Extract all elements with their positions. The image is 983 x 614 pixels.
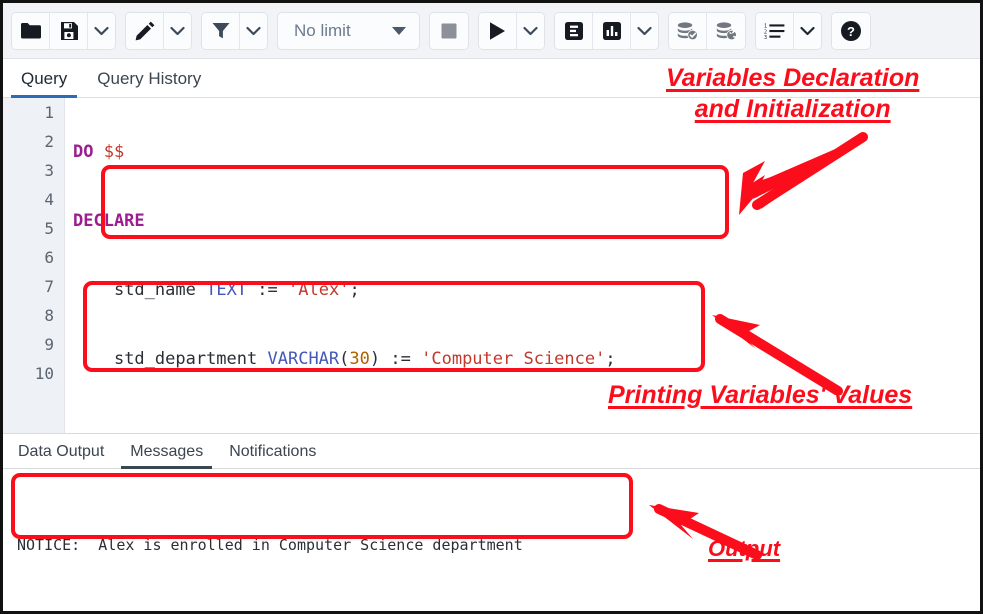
line-number: 9 [3,330,64,359]
stop-square-icon [440,22,458,40]
line-number: 2 [3,127,64,156]
tab-notifications[interactable]: Notifications [224,443,321,468]
annotation-label-variables-declaration: Variables Declaration and Initialization [666,63,919,125]
database-rollback-icon [715,21,738,41]
edit-options-caret[interactable] [164,13,191,49]
numbered-list-icon: 1 2 3 [764,22,786,40]
filter-button-group [201,12,268,50]
line-number: 10 [3,359,64,388]
chevron-down-icon [170,26,185,36]
help-button-group: ? [831,12,871,50]
save-options-caret[interactable] [88,13,115,49]
line-number: 4 [3,185,64,214]
chevron-down-icon [94,26,109,36]
explain-button-group [554,12,659,50]
macros-caret[interactable] [794,13,821,49]
chevron-down-icon [246,26,261,36]
explain-button[interactable] [555,13,593,49]
macros-button[interactable]: 1 2 3 [756,13,794,49]
code-line-4: std_department VARCHAR(30) := 'Computer … [65,345,980,374]
toolbar: No limit [3,3,980,59]
save-icon [59,21,79,41]
explain-analyze-button[interactable] [593,13,631,49]
annotation-label-printing-variables: Printing Variables' Values [608,381,912,410]
transaction-button-group [668,12,746,50]
rollback-button[interactable] [707,13,745,49]
code-line-1: DO $$ [65,138,980,167]
code-line-2: DECLARE [65,207,980,236]
line-number: 7 [3,272,64,301]
tab-query[interactable]: Query [15,69,73,97]
message-line: NOTICE: Alex is enrolled in Computer Sci… [17,533,980,557]
execute-options-caret[interactable] [517,13,544,49]
row-limit-group: No limit [277,12,420,50]
chevron-down-icon [392,27,406,35]
database-check-icon [676,21,699,41]
line-number: 5 [3,214,64,243]
play-icon [488,21,507,41]
messages-panel: NOTICE: Alex is enrolled in Computer Sci… [3,469,980,611]
macros-button-group: 1 2 3 [755,12,822,50]
execute-button[interactable] [479,13,517,49]
row-limit-select[interactable]: No limit [278,13,419,49]
folder-icon [20,22,42,40]
row-limit-label: No limit [294,21,351,41]
stop-button-group [429,12,469,50]
chevron-down-icon [637,26,652,36]
annotation-vars-line2: and Initialization [666,94,919,125]
explain-e-icon [564,21,584,41]
stop-button[interactable] [430,13,468,49]
line-number: 3 [3,156,64,185]
svg-text:?: ? [847,24,855,39]
output-tabbar: Data Output Messages Notifications [3,433,980,469]
tab-messages[interactable]: Messages [125,443,208,468]
line-number: 6 [3,243,64,272]
tab-query-label: Query [21,69,67,88]
edit-button-group [125,12,192,50]
line-number-gutter: 1 2 3 4 5 6 7 8 9 10 [3,98,65,433]
bar-chart-icon [602,21,622,41]
line-number: 1 [3,98,64,127]
tab-notifications-label: Notifications [229,443,316,460]
pencil-icon [134,20,156,42]
chevron-down-icon [523,26,538,36]
execute-button-group [478,12,545,50]
pgadmin-query-tool-window: No limit [0,0,983,614]
svg-text:3: 3 [764,35,767,40]
save-file-button[interactable] [50,13,88,49]
edit-button[interactable] [126,13,164,49]
tab-messages-label: Messages [130,443,203,460]
line-number: 8 [3,301,64,330]
question-mark-icon: ? [840,20,862,42]
commit-button[interactable] [669,13,707,49]
message-line: DO [17,605,980,614]
explain-options-caret[interactable] [631,13,658,49]
file-button-group [11,12,116,50]
filter-icon [211,21,231,41]
annotation-vars-line1: Variables Declaration [666,64,919,92]
filter-options-caret[interactable] [240,13,267,49]
filter-button[interactable] [202,13,240,49]
chevron-down-icon [800,26,815,36]
tab-data-output-label: Data Output [18,443,104,460]
tab-data-output[interactable]: Data Output [13,443,109,468]
code-line-5 [65,414,980,433]
code-line-3: std_name TEXT := 'Alex'; [65,276,980,305]
help-button[interactable]: ? [832,13,870,49]
open-file-button[interactable] [12,13,50,49]
annotation-label-output: Output [708,536,780,562]
tab-query-history-label: Query History [97,69,201,88]
tab-query-history[interactable]: Query History [91,69,207,97]
